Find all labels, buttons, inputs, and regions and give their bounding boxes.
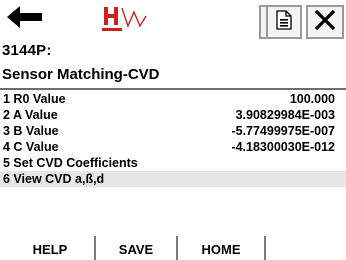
hart-logo-icon [100, 7, 174, 42]
menu-item-b-value[interactable]: 3 B Value -5.77499975E-007 [0, 123, 346, 139]
menu-item-value: 3.90829984E-003 [235, 108, 335, 122]
menu-item-c-value[interactable]: 4 C Value -4.18300030E-012 [0, 139, 346, 155]
toolbar-gap [303, 5, 304, 39]
save-button[interactable]: SAVE [96, 236, 178, 260]
menu-item-label: 6 View CVD a,ß,d [3, 172, 105, 186]
menu-item-label: 3 B Value [3, 124, 59, 138]
title-divider [0, 88, 346, 90]
menu-item-value: -4.18300030E-012 [231, 140, 335, 154]
help-button[interactable]: HELP [6, 236, 96, 260]
menu-item-view-cvd[interactable]: 6 View CVD a,ß,d [0, 171, 346, 187]
close-button[interactable] [306, 5, 344, 39]
menu-item-set-cvd-coefficients[interactable]: 5 Set CVD Coefficients [0, 155, 346, 171]
menu-item-label: 2 A Value [3, 108, 58, 122]
menu-item-a-value[interactable]: 2 A Value 3.90829984E-003 [0, 107, 346, 123]
menu-list: 1 R0 Value 100.000 2 A Value 3.90829984E… [0, 91, 346, 187]
left-arrow-icon [4, 4, 44, 35]
document-icon [276, 9, 292, 35]
hart-logo [100, 4, 174, 38]
menu-item-value: -5.77499975E-007 [231, 124, 335, 138]
softkey-bar: HELP SAVE HOME [0, 236, 346, 260]
menu-item-label: 1 R0 Value [3, 92, 66, 106]
document-toolbar-item[interactable] [266, 5, 302, 39]
menu-item-value: 100.000 [289, 92, 335, 106]
device-tag: 3144P: [2, 42, 52, 59]
page-title: Sensor Matching-CVD [2, 66, 160, 83]
back-button[interactable] [2, 2, 46, 36]
home-button[interactable]: HOME [178, 236, 266, 260]
close-icon [313, 8, 337, 37]
menu-item-label: 5 Set CVD Coefficients [3, 156, 138, 170]
menu-item-label: 4 C Value [3, 140, 59, 154]
menu-item-r0-value[interactable]: 1 R0 Value 100.000 [0, 91, 346, 107]
